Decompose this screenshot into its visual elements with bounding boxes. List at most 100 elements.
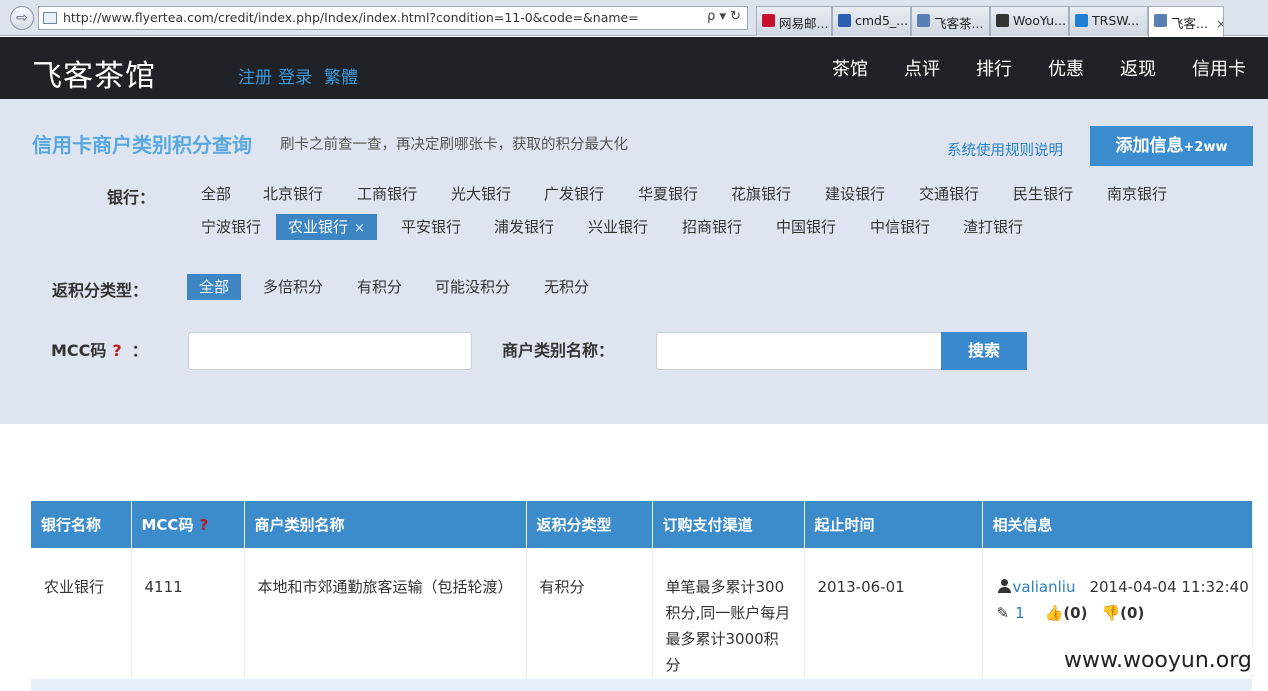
bank-option-label: 花旗银行 (731, 185, 792, 203)
nav-item-review[interactable]: 点评 (904, 59, 940, 80)
browser-tab-label: cmd5_... (855, 13, 909, 28)
bank-option[interactable]: 广发银行 (532, 181, 616, 207)
bank-option-label: 建设银行 (825, 185, 886, 203)
bank-option[interactable]: 华夏银行 (626, 181, 710, 207)
bank-option-label: 广发银行 (544, 185, 605, 203)
forward-icon[interactable]: ⇨ (10, 6, 34, 30)
bank-option[interactable]: 中信银行 (858, 214, 942, 240)
col-header-mcc-text: MCC码 (141, 516, 194, 534)
merchant-category-label: 商户类别名称： (502, 341, 615, 360)
bank-option[interactable]: 工商银行 (345, 181, 429, 207)
bank-option-label: 工商银行 (357, 185, 418, 203)
bank-option[interactable]: 农业银行 × (276, 214, 377, 240)
page-favicon-icon (43, 12, 57, 24)
filter-panel: 信用卡商户类别积分查询 刷卡之前查一查，再决定刷哪张卡，获取的积分最大化 系统使… (0, 99, 1268, 424)
thumbs-up-icon[interactable]: 👍(0) (1045, 604, 1088, 622)
bank-option[interactable]: 北京银行 (251, 181, 335, 207)
site-header: 飞客茶馆 注册 登录 繁體 茶馆 点评 排行 优惠 返现 信用卡 (0, 37, 1268, 99)
nav-item-teahouse[interactable]: 茶馆 (832, 59, 868, 80)
traditional-chinese-link[interactable]: 繁體 (324, 68, 358, 88)
contributor-time: 2014-04-04 11:32:40 (1089, 578, 1249, 596)
bank-option[interactable]: 兴业银行 (576, 214, 660, 240)
bank-option-label: 渣打银行 (963, 218, 1024, 236)
browser-tab[interactable]: 飞客... × (1148, 6, 1224, 37)
thumbs-down-icon[interactable]: 👎(0) (1101, 604, 1144, 622)
edit-count[interactable]: 1 (1015, 604, 1025, 622)
bank-option[interactable]: 招商银行 (670, 214, 754, 240)
bank-option[interactable]: 平安银行 (389, 214, 473, 240)
points-type-option[interactable]: 有积分 (345, 274, 414, 300)
address-bar[interactable]: http://www.flyertea.com/credit/index.php… (38, 6, 748, 30)
bank-option[interactable]: 南京银行 (1095, 181, 1179, 207)
tab-favicon-icon (838, 14, 851, 27)
cell-payment-channel: 单笔最多累计300积分,同一账户每月最多累计3000积分 (652, 548, 805, 678)
bank-option-label: 浦发银行 (494, 218, 555, 236)
browser-chrome: ⇨ http://www.flyertea.com/credit/index.p… (0, 0, 1268, 37)
rules-link[interactable]: 系统使用规则说明 (947, 139, 1063, 160)
browser-tab[interactable]: 飞客茶... (911, 6, 990, 36)
nav-item-deals[interactable]: 优惠 (1048, 59, 1084, 80)
cell-bank: 农业银行 (31, 548, 132, 678)
address-url[interactable]: http://www.flyertea.com/credit/index.php… (63, 10, 639, 25)
bank-option[interactable]: 花旗银行 (719, 181, 803, 207)
tab-favicon-icon (917, 14, 930, 27)
bank-option-label: 民生银行 (1013, 185, 1074, 203)
edit-icon[interactable]: ✎ (997, 604, 1010, 622)
mcc-label-colon: ： (131, 341, 148, 360)
address-controls-icon[interactable]: ρ ▾ ↻ (707, 9, 741, 24)
points-type-option-label: 多倍积分 (263, 278, 324, 296)
browser-tab[interactable]: cmd5_... (832, 6, 911, 36)
add-info-button[interactable]: 添加信息+2ww (1090, 126, 1253, 166)
upvote-count: (0) (1063, 604, 1088, 622)
browser-tab-label: 飞客茶... (934, 16, 984, 31)
bank-option-label: 全部 (201, 185, 232, 203)
bank-option-label: 华夏银行 (638, 185, 699, 203)
login-link[interactable]: 登录 (278, 68, 312, 88)
bank-option[interactable]: 光大银行 (439, 181, 523, 207)
nav-item-credit-card[interactable]: 信用卡 (1192, 59, 1246, 80)
browser-tab[interactable]: WooYu... (990, 6, 1069, 36)
mcc-label-text: MCC码 (51, 341, 107, 360)
top-navigation: 茶馆 点评 排行 优惠 返现 信用卡 (796, 55, 1246, 81)
mcc-input[interactable] (188, 332, 472, 370)
downvote-count: (0) (1120, 604, 1145, 622)
site-logo[interactable]: 飞客茶馆 (32, 51, 156, 95)
cell-merchant-category: 本地和市郊通勤旅客运输（包括轮渡） (244, 548, 527, 678)
bank-option[interactable]: 浦发银行 (482, 214, 566, 240)
browser-tab-label: 网易邮... (779, 16, 829, 31)
page-subtitle: 刷卡之前查一查，再决定刷哪张卡，获取的积分最大化 (280, 137, 628, 153)
tab-favicon-icon (762, 14, 775, 27)
bank-option[interactable]: 渣打银行 (951, 214, 1035, 240)
browser-tab[interactable]: TRSW... (1069, 6, 1148, 36)
tab-favicon-icon (996, 14, 1009, 27)
points-type-option[interactable]: 全部 (187, 274, 242, 300)
points-type-label: 返积分类型： (52, 281, 149, 300)
bank-option[interactable]: 民生银行 (1001, 181, 1085, 207)
contributor-name[interactable]: valianliu (1013, 578, 1076, 596)
search-button[interactable]: 搜索 (941, 332, 1027, 370)
nav-item-ranking[interactable]: 排行 (976, 59, 1012, 80)
bank-option[interactable]: 中国银行 (764, 214, 848, 240)
bank-option[interactable]: 交通银行 (907, 181, 991, 207)
bank-filter-label: 银行： (107, 188, 156, 207)
remove-filter-icon[interactable]: × (354, 221, 365, 236)
mcc-header-help-icon[interactable]: ? (199, 516, 208, 534)
close-tab-icon[interactable]: × (1216, 16, 1223, 31)
bank-option[interactable]: 全部 (189, 181, 243, 207)
points-type-option[interactable]: 无积分 (532, 274, 601, 300)
col-header-related-info: 相关信息 (982, 501, 1253, 548)
bank-option[interactable]: 建设银行 (813, 181, 897, 207)
browser-tab-label: WooYu... (1013, 13, 1066, 28)
nav-item-cashback[interactable]: 返现 (1120, 59, 1156, 80)
table-header-row: 银行名称 MCC码? 商户类别名称 返积分类型 订购支付渠道 起止时间 相关信息 (31, 501, 1253, 548)
points-type-option[interactable]: 多倍积分 (251, 274, 335, 300)
mcc-help-icon[interactable]: ? (112, 341, 121, 360)
browser-tab[interactable]: 网易邮... (756, 6, 832, 36)
bank-option-label: 宁波银行 (201, 218, 262, 236)
points-type-option[interactable]: 可能没积分 (423, 274, 522, 300)
bank-option[interactable]: 宁波银行 (189, 214, 273, 240)
bank-option-label: 兴业银行 (588, 218, 649, 236)
register-link[interactable]: 注册 (238, 68, 272, 88)
merchant-category-input[interactable] (656, 332, 942, 370)
tab-favicon-icon (1154, 14, 1167, 27)
